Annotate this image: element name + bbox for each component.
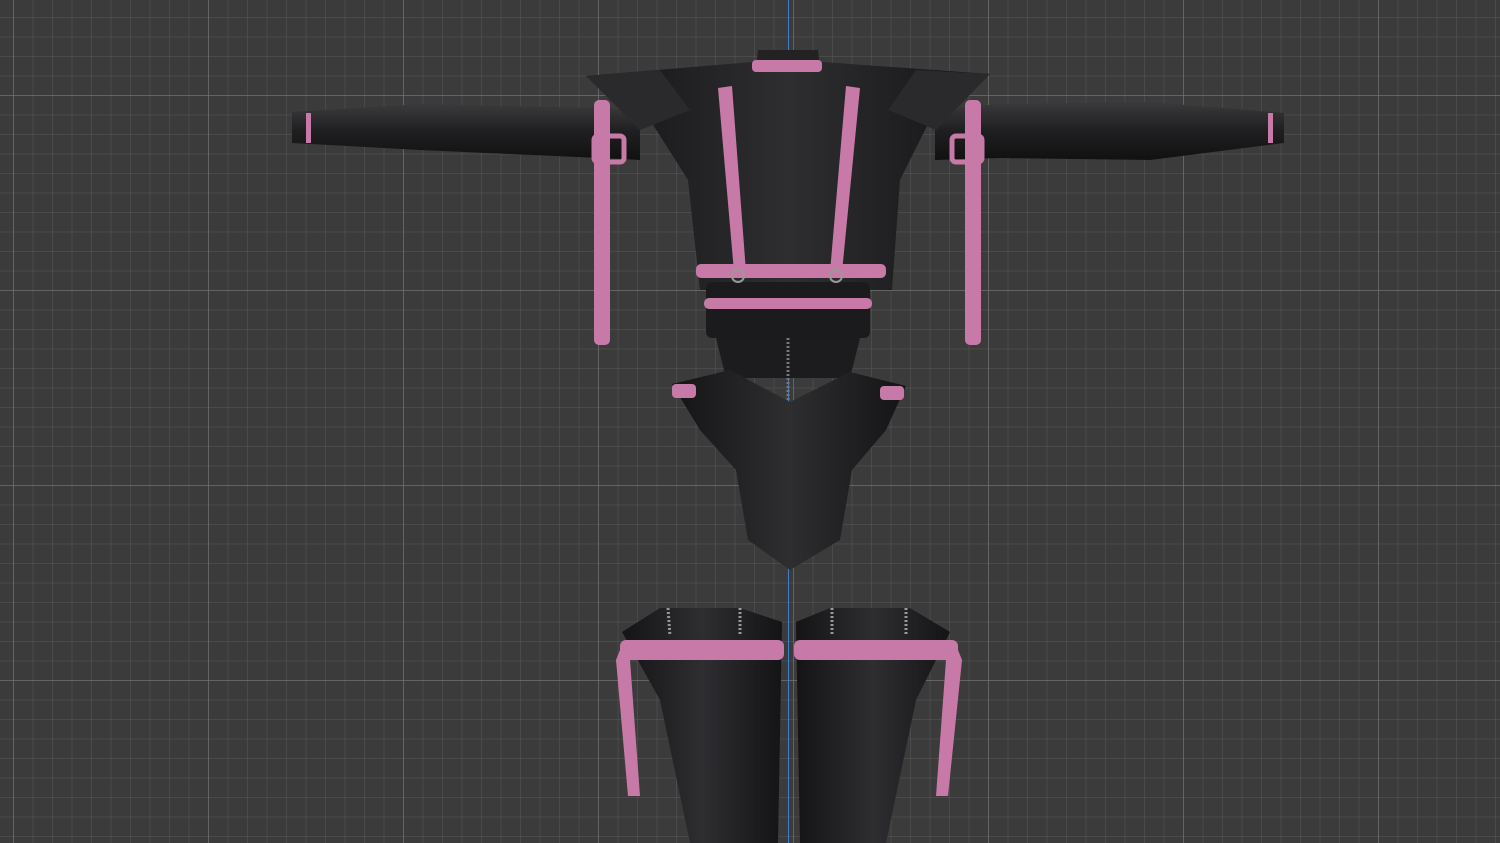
left-sleeve (292, 104, 640, 160)
3d-viewport[interactable] (0, 0, 1500, 843)
bodysuit-bottom (672, 338, 906, 570)
left-cuff-strap (306, 113, 311, 143)
under-bust-band (706, 282, 870, 338)
garment-model[interactable] (0, 0, 1500, 843)
right-cuff-strap (1268, 113, 1273, 143)
right-sleeve (935, 102, 1284, 160)
jacket (292, 50, 1284, 338)
thigh-boots (616, 607, 962, 843)
